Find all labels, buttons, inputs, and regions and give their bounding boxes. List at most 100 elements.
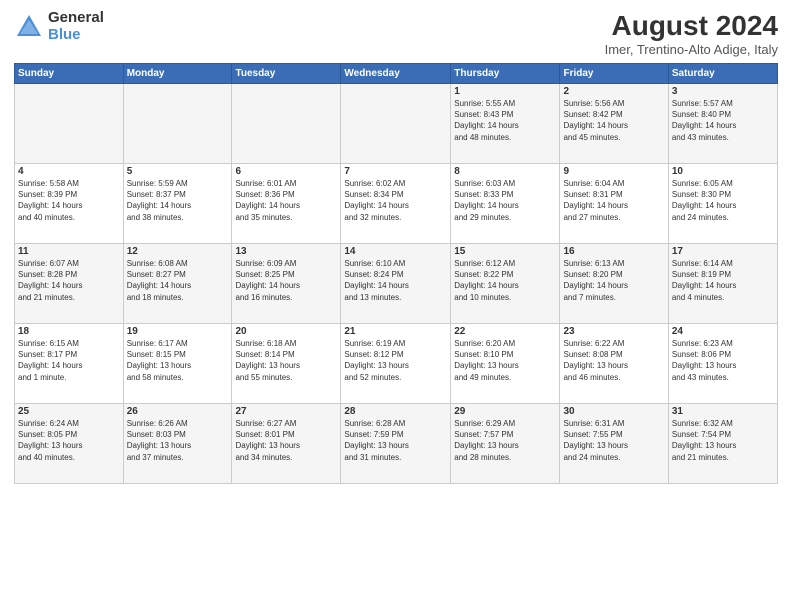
day-info: Sunrise: 6:26 AM Sunset: 8:03 PM Dayligh…	[127, 418, 229, 463]
calendar-cell: 1Sunrise: 5:55 AM Sunset: 8:43 PM Daylig…	[451, 84, 560, 164]
day-number: 5	[127, 166, 229, 177]
title-block: August 2024 Imer, Trentino-Alto Adige, I…	[605, 10, 778, 57]
day-number: 1	[454, 86, 556, 97]
calendar-cell: 20Sunrise: 6:18 AM Sunset: 8:14 PM Dayli…	[232, 324, 341, 404]
calendar-cell: 15Sunrise: 6:12 AM Sunset: 8:22 PM Dayli…	[451, 244, 560, 324]
calendar-cell: 16Sunrise: 6:13 AM Sunset: 8:20 PM Dayli…	[560, 244, 668, 324]
day-number: 17	[672, 246, 774, 257]
calendar-week-row: 25Sunrise: 6:24 AM Sunset: 8:05 PM Dayli…	[15, 404, 778, 484]
day-info: Sunrise: 5:55 AM Sunset: 8:43 PM Dayligh…	[454, 98, 556, 143]
calendar-cell: 9Sunrise: 6:04 AM Sunset: 8:31 PM Daylig…	[560, 164, 668, 244]
calendar-cell: 19Sunrise: 6:17 AM Sunset: 8:15 PM Dayli…	[123, 324, 232, 404]
logo-general: General	[48, 10, 104, 27]
day-number: 22	[454, 326, 556, 337]
day-number: 13	[235, 246, 337, 257]
calendar-cell: 25Sunrise: 6:24 AM Sunset: 8:05 PM Dayli…	[15, 404, 124, 484]
calendar-header: SundayMondayTuesdayWednesdayThursdayFrid…	[15, 64, 778, 84]
day-of-week-header: Monday	[123, 64, 232, 84]
header-row: SundayMondayTuesdayWednesdayThursdayFrid…	[15, 64, 778, 84]
day-number: 27	[235, 406, 337, 417]
day-number: 14	[344, 246, 447, 257]
day-number: 19	[127, 326, 229, 337]
calendar-cell: 4Sunrise: 5:58 AM Sunset: 8:39 PM Daylig…	[15, 164, 124, 244]
calendar-cell: 14Sunrise: 6:10 AM Sunset: 8:24 PM Dayli…	[341, 244, 451, 324]
calendar-body: 1Sunrise: 5:55 AM Sunset: 8:43 PM Daylig…	[15, 84, 778, 484]
day-info: Sunrise: 6:15 AM Sunset: 8:17 PM Dayligh…	[18, 338, 120, 383]
day-number: 7	[344, 166, 447, 177]
day-number: 2	[563, 86, 664, 97]
day-info: Sunrise: 6:29 AM Sunset: 7:57 PM Dayligh…	[454, 418, 556, 463]
calendar-cell: 8Sunrise: 6:03 AM Sunset: 8:33 PM Daylig…	[451, 164, 560, 244]
logo: General Blue	[14, 10, 104, 43]
day-number: 15	[454, 246, 556, 257]
day-info: Sunrise: 5:57 AM Sunset: 8:40 PM Dayligh…	[672, 98, 774, 143]
day-info: Sunrise: 5:58 AM Sunset: 8:39 PM Dayligh…	[18, 178, 120, 223]
day-number: 20	[235, 326, 337, 337]
logo-blue-text: Blue	[48, 27, 104, 44]
day-number: 21	[344, 326, 447, 337]
calendar-week-row: 11Sunrise: 6:07 AM Sunset: 8:28 PM Dayli…	[15, 244, 778, 324]
calendar-cell	[123, 84, 232, 164]
day-info: Sunrise: 6:18 AM Sunset: 8:14 PM Dayligh…	[235, 338, 337, 383]
calendar-cell: 26Sunrise: 6:26 AM Sunset: 8:03 PM Dayli…	[123, 404, 232, 484]
calendar-cell: 18Sunrise: 6:15 AM Sunset: 8:17 PM Dayli…	[15, 324, 124, 404]
calendar-cell	[232, 84, 341, 164]
day-number: 6	[235, 166, 337, 177]
day-info: Sunrise: 6:17 AM Sunset: 8:15 PM Dayligh…	[127, 338, 229, 383]
calendar-table: SundayMondayTuesdayWednesdayThursdayFrid…	[14, 63, 778, 484]
day-of-week-header: Thursday	[451, 64, 560, 84]
day-of-week-header: Wednesday	[341, 64, 451, 84]
day-of-week-header: Friday	[560, 64, 668, 84]
day-number: 23	[563, 326, 664, 337]
day-of-week-header: Tuesday	[232, 64, 341, 84]
day-of-week-header: Sunday	[15, 64, 124, 84]
calendar-cell: 6Sunrise: 6:01 AM Sunset: 8:36 PM Daylig…	[232, 164, 341, 244]
day-info: Sunrise: 6:23 AM Sunset: 8:06 PM Dayligh…	[672, 338, 774, 383]
day-number: 10	[672, 166, 774, 177]
day-of-week-header: Saturday	[668, 64, 777, 84]
calendar-cell: 29Sunrise: 6:29 AM Sunset: 7:57 PM Dayli…	[451, 404, 560, 484]
day-number: 25	[18, 406, 120, 417]
header: General Blue August 2024 Imer, Trentino-…	[14, 10, 778, 57]
day-info: Sunrise: 6:19 AM Sunset: 8:12 PM Dayligh…	[344, 338, 447, 383]
calendar-cell: 17Sunrise: 6:14 AM Sunset: 8:19 PM Dayli…	[668, 244, 777, 324]
day-info: Sunrise: 6:31 AM Sunset: 7:55 PM Dayligh…	[563, 418, 664, 463]
day-info: Sunrise: 6:05 AM Sunset: 8:30 PM Dayligh…	[672, 178, 774, 223]
day-info: Sunrise: 6:09 AM Sunset: 8:25 PM Dayligh…	[235, 258, 337, 303]
calendar-cell: 5Sunrise: 5:59 AM Sunset: 8:37 PM Daylig…	[123, 164, 232, 244]
calendar-cell	[15, 84, 124, 164]
day-number: 24	[672, 326, 774, 337]
calendar-cell: 22Sunrise: 6:20 AM Sunset: 8:10 PM Dayli…	[451, 324, 560, 404]
calendar-cell: 27Sunrise: 6:27 AM Sunset: 8:01 PM Dayli…	[232, 404, 341, 484]
day-number: 16	[563, 246, 664, 257]
day-number: 11	[18, 246, 120, 257]
day-info: Sunrise: 6:04 AM Sunset: 8:31 PM Dayligh…	[563, 178, 664, 223]
calendar-cell: 2Sunrise: 5:56 AM Sunset: 8:42 PM Daylig…	[560, 84, 668, 164]
calendar-cell: 21Sunrise: 6:19 AM Sunset: 8:12 PM Dayli…	[341, 324, 451, 404]
calendar-cell: 13Sunrise: 6:09 AM Sunset: 8:25 PM Dayli…	[232, 244, 341, 324]
calendar-cell: 30Sunrise: 6:31 AM Sunset: 7:55 PM Dayli…	[560, 404, 668, 484]
day-info: Sunrise: 6:10 AM Sunset: 8:24 PM Dayligh…	[344, 258, 447, 303]
day-info: Sunrise: 6:08 AM Sunset: 8:27 PM Dayligh…	[127, 258, 229, 303]
calendar-cell: 31Sunrise: 6:32 AM Sunset: 7:54 PM Dayli…	[668, 404, 777, 484]
calendar-cell: 10Sunrise: 6:05 AM Sunset: 8:30 PM Dayli…	[668, 164, 777, 244]
day-number: 30	[563, 406, 664, 417]
calendar-week-row: 4Sunrise: 5:58 AM Sunset: 8:39 PM Daylig…	[15, 164, 778, 244]
day-number: 9	[563, 166, 664, 177]
day-info: Sunrise: 6:14 AM Sunset: 8:19 PM Dayligh…	[672, 258, 774, 303]
day-number: 8	[454, 166, 556, 177]
day-info: Sunrise: 6:32 AM Sunset: 7:54 PM Dayligh…	[672, 418, 774, 463]
day-number: 18	[18, 326, 120, 337]
day-info: Sunrise: 5:56 AM Sunset: 8:42 PM Dayligh…	[563, 98, 664, 143]
day-number: 26	[127, 406, 229, 417]
day-number: 4	[18, 166, 120, 177]
subtitle: Imer, Trentino-Alto Adige, Italy	[605, 42, 778, 57]
day-info: Sunrise: 6:24 AM Sunset: 8:05 PM Dayligh…	[18, 418, 120, 463]
day-info: Sunrise: 6:07 AM Sunset: 8:28 PM Dayligh…	[18, 258, 120, 303]
calendar-week-row: 1Sunrise: 5:55 AM Sunset: 8:43 PM Daylig…	[15, 84, 778, 164]
logo-text: General Blue	[48, 10, 104, 43]
day-info: Sunrise: 6:12 AM Sunset: 8:22 PM Dayligh…	[454, 258, 556, 303]
day-info: Sunrise: 6:13 AM Sunset: 8:20 PM Dayligh…	[563, 258, 664, 303]
day-number: 28	[344, 406, 447, 417]
day-info: Sunrise: 6:20 AM Sunset: 8:10 PM Dayligh…	[454, 338, 556, 383]
